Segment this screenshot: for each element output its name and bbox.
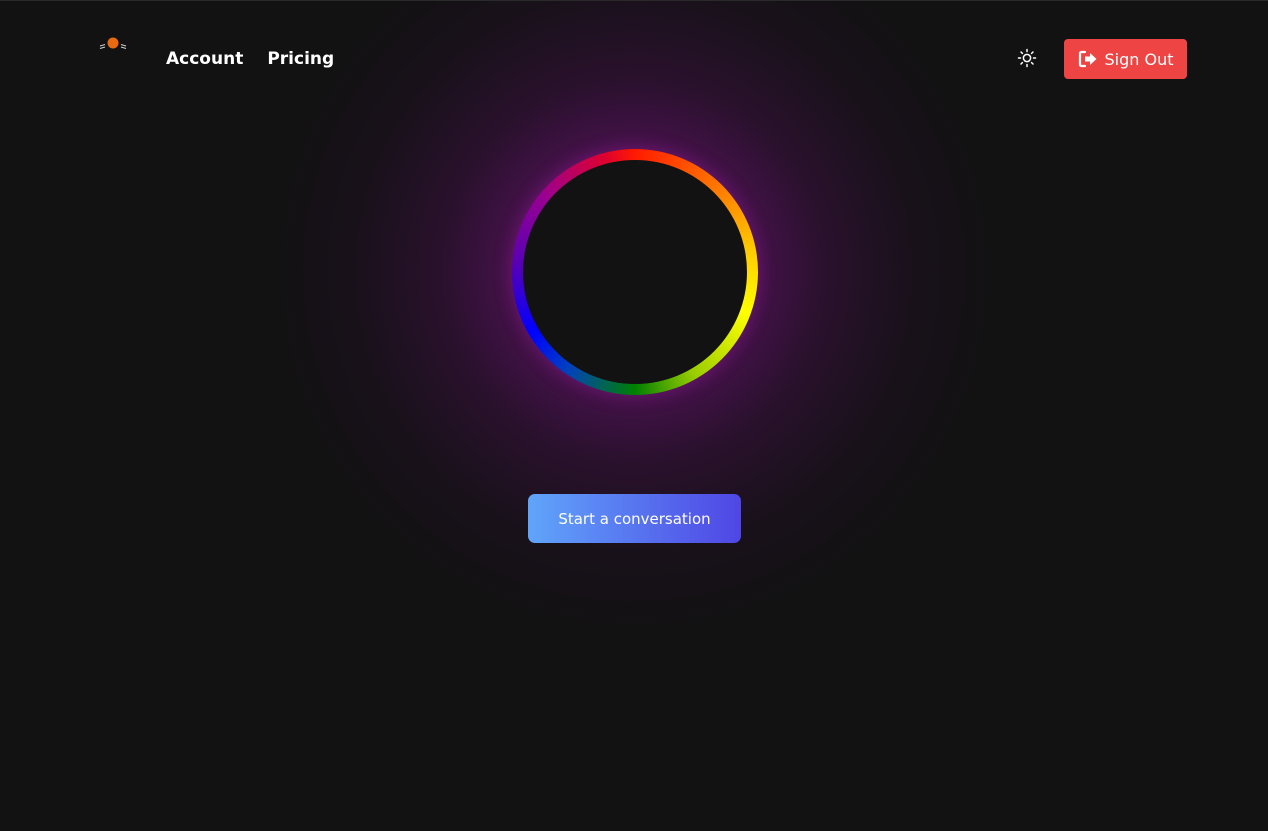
start-conversation-button[interactable]: Start a conversation [528,494,741,543]
nav-account-link[interactable]: Account [166,47,243,71]
logo[interactable] [96,35,130,55]
nav-pricing-link[interactable]: Pricing [267,47,334,71]
sun-icon [1017,48,1037,68]
start-conversation-label: Start a conversation [558,509,711,528]
main-nav: Account Pricing [166,47,334,71]
sign-out-icon [1078,50,1098,68]
cat-sun-logo-icon [99,37,127,50]
theme-toggle-button[interactable] [1014,45,1040,71]
sign-out-button[interactable]: Sign Out [1064,39,1187,79]
sign-out-label: Sign Out [1104,49,1174,69]
rainbow-ring [512,149,758,395]
app-page: Account Pricing Sign Out Start a convers… [0,0,1268,831]
ring-center [523,160,747,384]
